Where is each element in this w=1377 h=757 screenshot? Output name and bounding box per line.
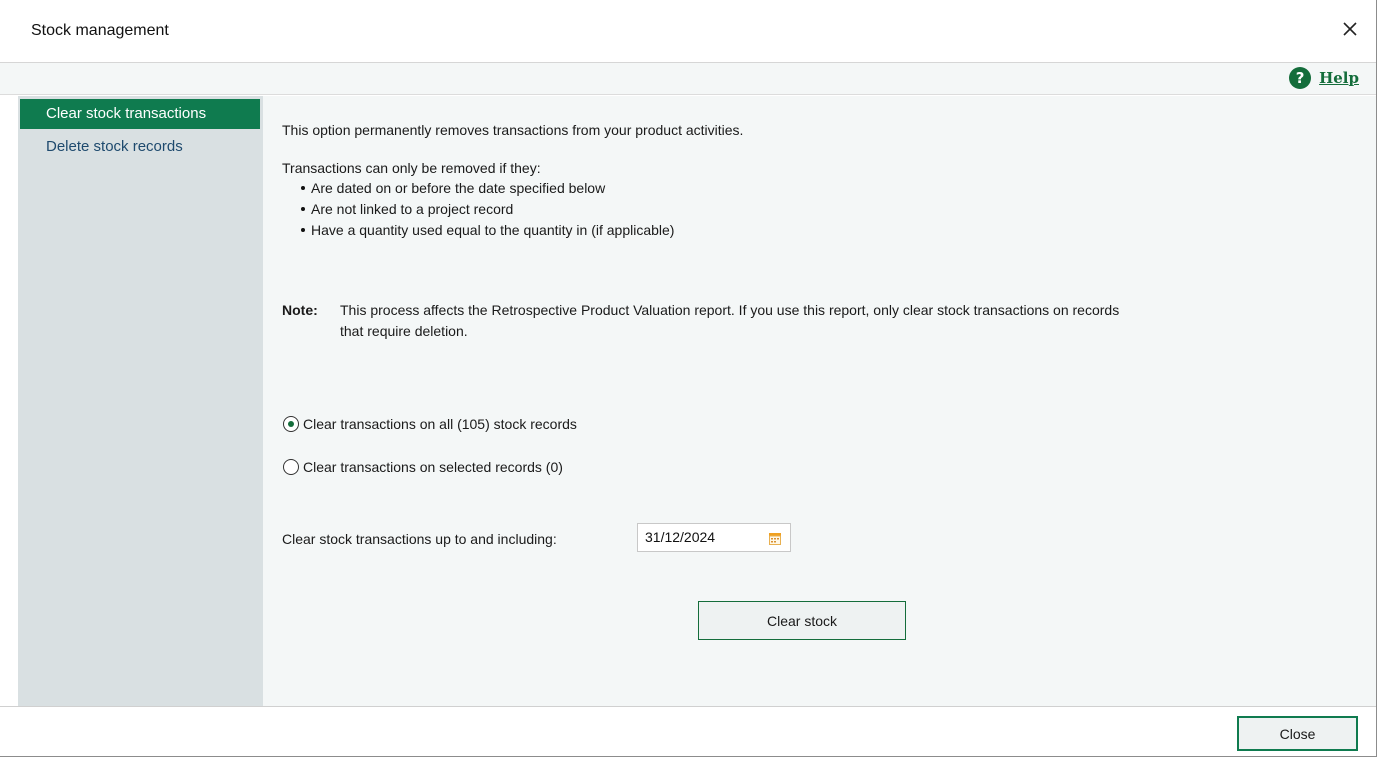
note-text-line2: that require deletion. xyxy=(340,323,468,339)
note-label: Note: xyxy=(282,302,318,318)
stock-management-dialog: Stock management ? Help Clear stock tran… xyxy=(0,0,1377,757)
help-icon[interactable]: ? xyxy=(1289,67,1312,89)
bullet-icon xyxy=(301,186,305,191)
help-bar: ? Help xyxy=(0,63,1376,95)
close-button[interactable]: Close xyxy=(1237,716,1358,751)
note-text-line1: This process affects the Retrospective P… xyxy=(340,302,1120,318)
radio-clear-all[interactable]: Clear transactions on all (105) stock re… xyxy=(283,413,577,435)
radio-clear-selected[interactable]: Clear transactions on selected records (… xyxy=(283,456,563,478)
condition-item: Are not linked to a project record xyxy=(301,201,513,217)
radio-clear-selected-label: Clear transactions on selected records (… xyxy=(303,459,563,475)
conditions-heading: Transactions can only be removed if they… xyxy=(282,160,541,176)
help-link-group[interactable]: ? Help xyxy=(1289,66,1359,90)
bullet-icon xyxy=(301,228,305,233)
intro-text: This option permanently removes transact… xyxy=(282,122,744,138)
calendar-icon[interactable] xyxy=(769,532,781,545)
footer: Close xyxy=(0,706,1376,756)
sidebar-item-clear-stock-transactions[interactable]: Clear stock transactions xyxy=(20,99,260,129)
radio-button-checked[interactable] xyxy=(283,416,299,432)
condition-item: Are dated on or before the date specifie… xyxy=(301,180,605,196)
main-content: This option permanently removes transact… xyxy=(263,96,1376,706)
date-label: Clear stock transactions up to and inclu… xyxy=(282,531,557,547)
date-input[interactable] xyxy=(645,527,755,547)
window-title: Stock management xyxy=(31,22,169,39)
clear-stock-button[interactable]: Clear stock xyxy=(698,601,906,640)
title-bar: Stock management xyxy=(0,0,1376,63)
radio-clear-all-label: Clear transactions on all (105) stock re… xyxy=(303,416,577,432)
sidebar: Clear stock transactions Delete stock re… xyxy=(18,96,263,706)
help-link[interactable]: Help xyxy=(1319,69,1359,87)
bullet-icon xyxy=(301,207,305,212)
sidebar-item-delete-stock-records[interactable]: Delete stock records xyxy=(20,132,260,162)
radio-button[interactable] xyxy=(283,459,299,475)
close-icon[interactable] xyxy=(1338,17,1362,41)
condition-item: Have a quantity used equal to the quanti… xyxy=(301,222,674,238)
date-field[interactable] xyxy=(637,523,791,552)
